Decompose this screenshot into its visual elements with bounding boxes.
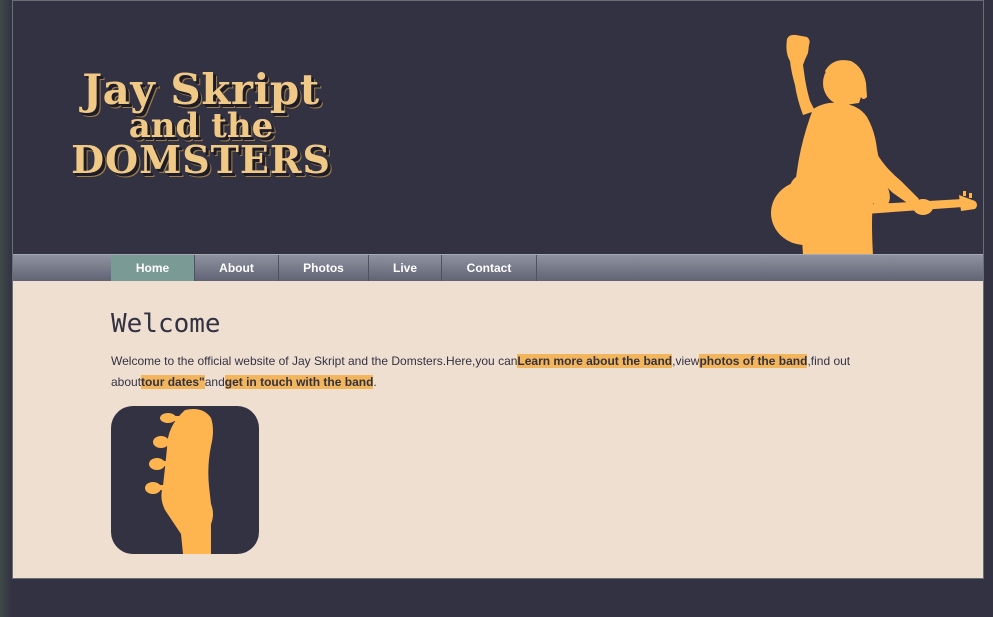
guitar-headstock-icon bbox=[145, 409, 213, 554]
intro-text: Welcome to the official website of Jay S… bbox=[111, 354, 518, 368]
main-content: Welcome Welcome to the official website … bbox=[13, 281, 983, 578]
guitar-headstock-image bbox=[111, 406, 259, 554]
nav-item-home[interactable]: Home bbox=[111, 255, 195, 281]
intro-text: ,view bbox=[672, 354, 700, 368]
guitarist-silhouette-icon bbox=[771, 34, 977, 255]
nav-item-photos[interactable]: Photos bbox=[279, 255, 369, 281]
main-navigation: Home About Photos Live Contact bbox=[13, 254, 983, 281]
logo-line-1: Jay Skript bbox=[82, 65, 320, 114]
intro-paragraph: Welcome to the official website of Jay S… bbox=[111, 351, 871, 393]
nav-item-live[interactable]: Live bbox=[369, 255, 442, 281]
nav-list: Home About Photos Live Contact bbox=[111, 255, 537, 281]
intro-text: . bbox=[373, 375, 377, 389]
logo-line-3: DOMSTERS bbox=[71, 137, 331, 182]
band-logo[interactable]: Jay Skript and the DOMSTERS bbox=[51, 69, 351, 179]
tour-dates-link[interactable]: tour dates" bbox=[141, 375, 205, 389]
photos-link[interactable]: photos of the band bbox=[699, 354, 808, 368]
nav-item-contact[interactable]: Contact bbox=[442, 255, 537, 281]
page-title: Welcome bbox=[111, 309, 221, 339]
page-edge bbox=[0, 0, 12, 617]
nav-item-about[interactable]: About bbox=[195, 255, 279, 281]
contact-link[interactable]: get in touch with the band bbox=[224, 375, 374, 389]
site-frame: Jay Skript and the DOMSTERS Home About P… bbox=[12, 0, 984, 579]
intro-text: and bbox=[204, 375, 225, 389]
about-link[interactable]: Learn more about the band bbox=[517, 354, 673, 368]
site-header: Jay Skript and the DOMSTERS bbox=[13, 1, 983, 255]
